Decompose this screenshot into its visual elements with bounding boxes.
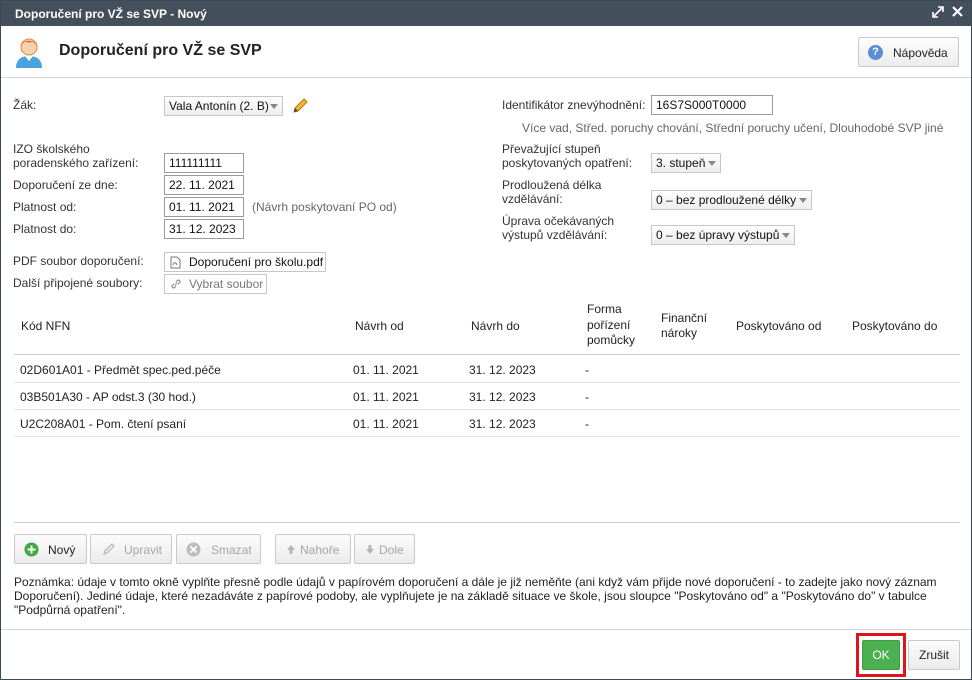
note-text: Poznámka: údaje v tomto okně vyplňte pře… [14,575,937,617]
chevron-down-icon [708,161,716,166]
footer-divider [1,629,971,630]
delka-label-line1: Prodloužená délka [502,178,602,192]
stupen-select[interactable]: 3. stupeň [651,153,721,173]
question-icon: ? [868,45,883,60]
zak-label: Žák: [13,98,37,112]
col-header-poskytovano-do[interactable]: Poskytováno do [852,318,937,334]
cell-forma: - [585,390,589,404]
move-down-button-label: Dole [379,543,404,557]
dialog-window: Doporučení pro VŽ se SVP - Nový Doporuče… [0,0,972,680]
uprava-value: 0 – bez úpravy výstupů [656,228,780,242]
chevron-down-icon [270,104,278,109]
izo-input[interactable]: 111111111 [164,153,244,173]
pencil-icon[interactable] [291,97,309,118]
cancel-button[interactable]: Zrušit [908,640,960,670]
zak-value: Vala Antonín (2. B) [169,99,269,113]
link-icon [170,278,181,291]
new-button-label: Nový [48,543,76,557]
table-row[interactable]: 02D601A01 - Předmět spec.ped.péče 01. 11… [14,356,960,383]
izo-label-line2: poradenského zařízení: [13,156,139,170]
arrow-up-icon [286,544,296,558]
col-header-kod[interactable]: Kód NFN [21,318,70,334]
table-row[interactable]: 03B501A30 - AP odst.3 (30 hod.) 01. 11. … [14,383,960,410]
plus-icon [24,542,39,560]
move-up-button[interactable]: Nahoře [275,534,351,564]
identifikator-input[interactable]: 16S7S000T0000 [651,95,773,115]
col-header-navrh-do[interactable]: Návrh do [471,318,520,334]
dialog-header: Doporučení pro VŽ se SVP ? Nápověda [1,26,971,78]
zak-select[interactable]: Vala Antonín (2. B) [164,96,283,116]
dalsi-soubory-label: Další připojené soubory: [13,276,143,290]
col-header-forma-2[interactable]: pořízení [587,317,630,333]
pencil-icon [101,541,117,560]
col-header-financni-2[interactable]: nároky [661,325,697,341]
cell-kod: 03B501A30 - AP odst.3 (30 hod.) [20,390,196,404]
delete-button-label: Smazat [211,543,252,557]
uprava-select[interactable]: 0 – bez úpravy výstupů [651,225,795,245]
col-header-forma-3[interactable]: pomůcky [587,332,635,348]
delka-select[interactable]: 0 – bez prodloužené délky [651,190,812,210]
uprava-label-line2: výstupů vzdělávání: [502,228,608,242]
window-title: Doporučení pro VŽ se SVP - Nový [15,7,207,21]
platnost-do-input[interactable]: 31. 12. 2023 [164,219,244,239]
x-circle-icon [186,542,201,560]
title-bar: Doporučení pro VŽ se SVP - Nový [1,1,971,26]
stupen-label-line1: Převažující stupeň [502,142,601,156]
doporuceni-date-label: Doporučení ze dne: [13,178,118,192]
pdf-file-button[interactable]: Doporučení pro školu.pdf [164,252,326,272]
cell-kod: U2C208A01 - Pom. čtení psaní [20,417,187,431]
izo-label-line1: IZO školského [13,142,90,156]
col-header-forma-1[interactable]: Forma [587,301,622,317]
arrow-down-icon [365,544,375,558]
cell-forma: - [585,363,589,377]
ok-button[interactable]: OK [862,640,900,670]
new-button[interactable]: Nový [14,534,87,564]
page-title: Doporučení pro VŽ se SVP [59,42,262,59]
edit-button-label: Upravit [124,543,163,557]
pdf-file-icon [170,256,181,269]
stupen-value: 3. stupeň [656,156,706,170]
stupen-label-line2: poskytovaných opatření: [502,156,633,170]
cell-kod: 02D601A01 - Předmět spec.ped.péče [20,363,221,377]
delka-label-line2: vzdělávání: [502,192,563,206]
identifikator-description: Více vad, Střed. poruchy chování, Středn… [522,121,944,135]
platnost-do-label: Platnost do: [13,222,77,236]
cell-navrh-od: 01. 11. 2021 [353,417,419,431]
table-header: Kód NFN Návrh od Návrh do Forma pořízení… [14,297,960,355]
cell-forma: - [585,417,589,431]
table-row[interactable]: U2C208A01 - Pom. čtení psaní 01. 11. 202… [14,410,960,437]
delete-button[interactable]: Smazat [176,534,261,564]
identifikator-label: Identifikátor znevýhodnění: [502,98,646,112]
pdf-label: PDF soubor doporučení: [13,254,144,268]
expand-icon[interactable] [932,6,944,21]
select-file-label: Vybrat soubor [189,277,264,291]
cell-navrh-do: 31. 12. 2023 [469,417,536,431]
select-file-button[interactable]: Vybrat soubor [164,274,267,294]
cell-navrh-od: 01. 11. 2021 [353,390,419,404]
delka-value: 0 – bez prodloužené délky [656,193,797,207]
col-header-poskytovano-od[interactable]: Poskytováno od [736,318,821,334]
edit-button[interactable]: Upravit [90,534,172,564]
cell-navrh-do: 31. 12. 2023 [469,390,536,404]
platnost-od-input[interactable]: 01. 11. 2021 [164,197,244,217]
help-label: Nápověda [893,46,948,60]
cell-navrh-od: 01. 11. 2021 [353,363,419,377]
pdf-file-name: Doporučení pro školu.pdf [189,255,324,269]
move-up-button-label: Nahoře [300,543,340,557]
close-icon[interactable] [952,6,963,20]
move-down-button[interactable]: Dole [354,534,415,564]
uprava-label-line1: Úprava očekávaných [502,214,615,228]
cell-navrh-do: 31. 12. 2023 [469,363,536,377]
col-header-navrh-od[interactable]: Návrh od [355,318,404,334]
help-button[interactable]: ? Nápověda [858,37,959,67]
doporuceni-date-input[interactable]: 22. 11. 2021 [164,175,244,195]
user-avatar-icon [13,35,45,69]
chevron-down-icon [799,198,807,203]
platnost-od-label: Platnost od: [13,200,77,214]
table-divider [14,522,960,523]
platnost-od-note: (Návrh poskytovaní PO od) [252,200,397,214]
ok-highlight: OK [856,633,906,677]
col-header-financni-1[interactable]: Finanční [661,310,707,326]
chevron-down-icon [782,233,790,238]
